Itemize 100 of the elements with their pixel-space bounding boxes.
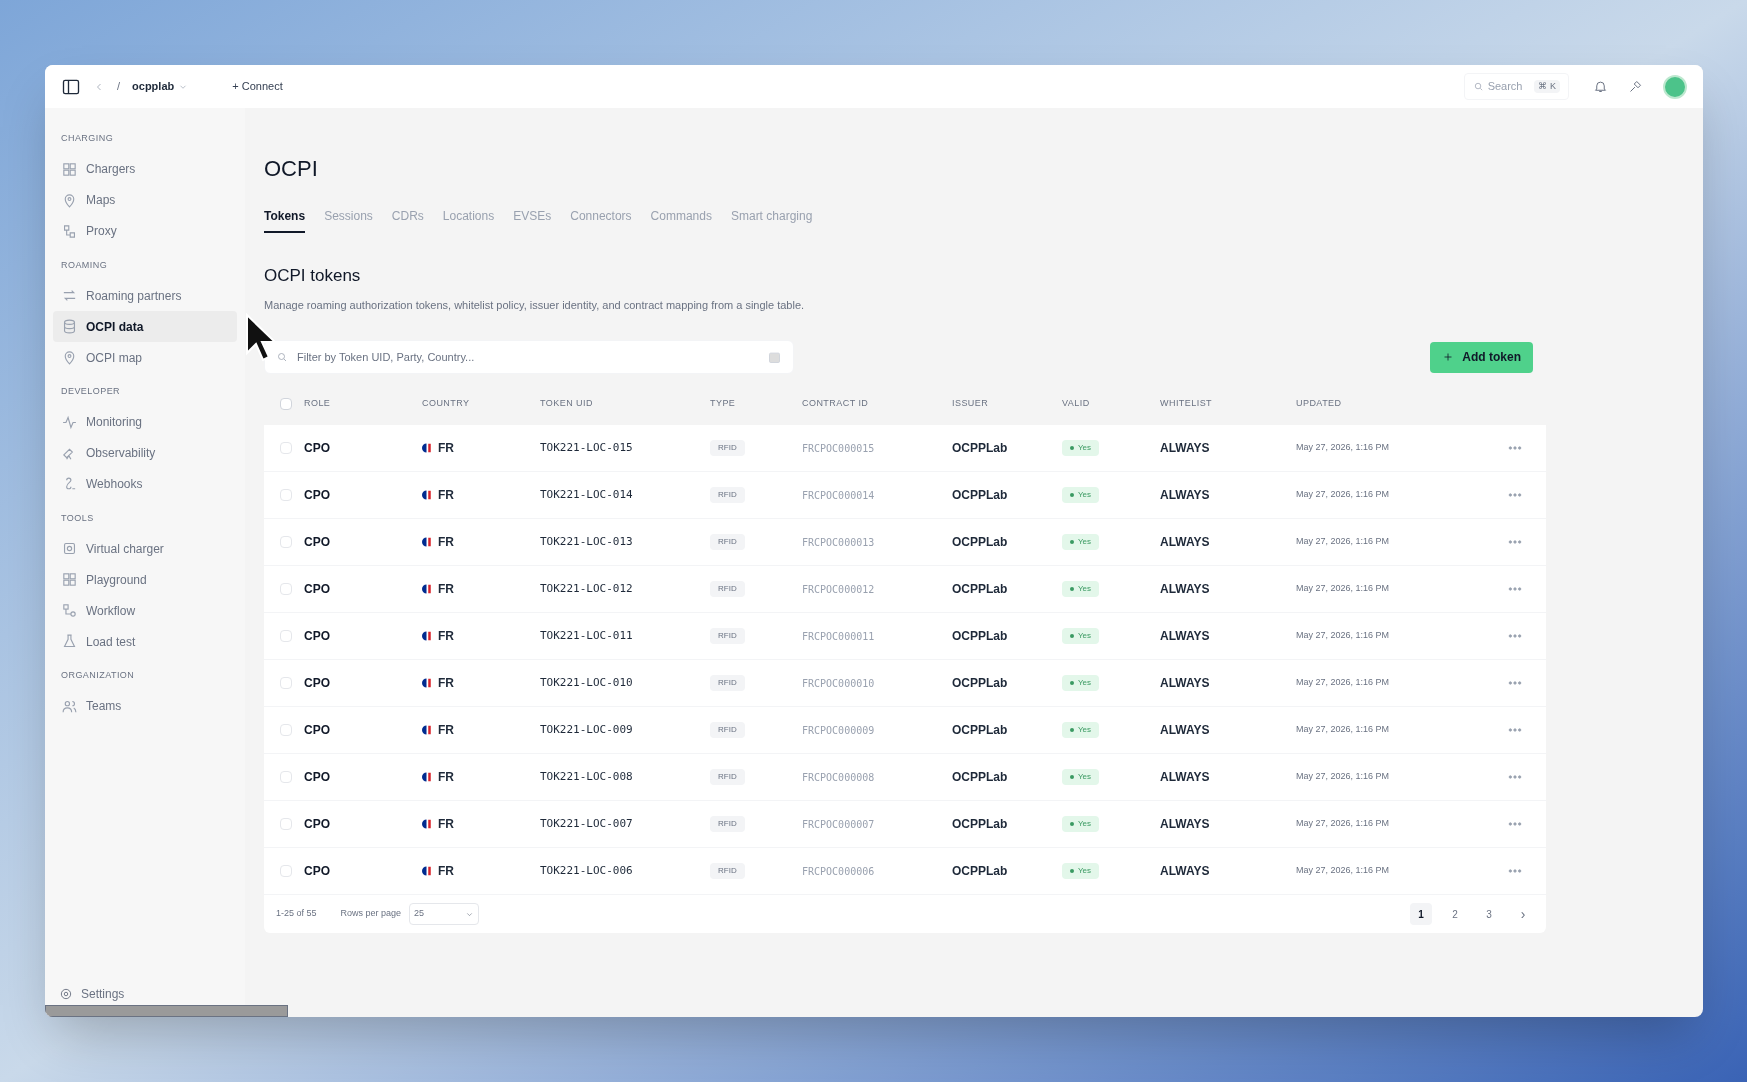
rows-per-page-select[interactable]: 25 <box>409 903 480 925</box>
table-cell-text: CPO <box>304 581 331 598</box>
table-cell-text: May 27, 2026, 1:16 PM <box>1296 676 1391 690</box>
next-page-button[interactable]: › <box>1512 903 1534 925</box>
sidebar-item[interactable]: Playground <box>53 564 237 595</box>
sidebar-item-label[interactable]: Settings <box>81 985 125 1003</box>
tab[interactable]: Smart charging <box>730 207 813 233</box>
page-button[interactable]: 1 <box>1410 903 1432 925</box>
tool-icon <box>1628 79 1643 94</box>
checkbox[interactable] <box>280 771 292 783</box>
more-icon[interactable] <box>1508 868 1522 874</box>
table-cell-text: May 27, 2026, 1:16 PM <box>1296 817 1391 831</box>
sidebar-item[interactable]: Virtual charger <box>53 533 237 564</box>
workspace-switcher[interactable]: ocpplab <box>132 78 189 95</box>
checkbox[interactable] <box>280 583 292 595</box>
table-cell-text: TOK221-LOC-011 <box>540 627 634 644</box>
flag-icon <box>422 489 434 501</box>
flag-icon <box>422 677 434 689</box>
page-button[interactable]: 2 <box>1444 903 1466 925</box>
more-icon[interactable] <box>1508 680 1522 686</box>
table-cell-text: FRCPOC000011 <box>802 629 876 644</box>
type-badge: RFID <box>710 581 745 597</box>
avatar[interactable] <box>1663 74 1687 99</box>
table-cell-text: CPO <box>304 534 331 551</box>
column-header: WHITELIST <box>1160 397 1214 411</box>
table-cell-text: FRCPOC000013 <box>802 535 876 550</box>
table-cell-text: CPO <box>304 675 331 692</box>
sidebar-item[interactable]: Maps <box>53 184 237 216</box>
connect-button[interactable]: + Connect <box>224 74 291 99</box>
valid-badge: Yes <box>1062 816 1100 832</box>
flag-icon <box>422 724 434 736</box>
table-cell-text: ALWAYS <box>1160 581 1211 598</box>
sidebar-item[interactable]: Load test <box>53 626 237 657</box>
proxy-icon <box>61 222 78 240</box>
checkbox[interactable] <box>280 818 292 830</box>
more-icon[interactable] <box>1508 633 1522 639</box>
more-icon[interactable] <box>1508 492 1522 498</box>
sidebar-item[interactable]: Webhooks <box>53 468 237 500</box>
more-icon[interactable] <box>1508 727 1522 733</box>
table-cell-text: ALWAYS <box>1160 675 1211 692</box>
type-badge: RFID <box>710 816 745 832</box>
plus-icon <box>1442 351 1455 363</box>
valid-badge: Yes <box>1062 628 1100 644</box>
checkbox[interactable] <box>280 865 292 877</box>
type-badge: RFID <box>710 487 745 503</box>
checkbox[interactable] <box>280 398 292 410</box>
page-title: OCPI <box>264 155 319 183</box>
table-cell-text: TOK221-LOC-013 <box>540 533 634 550</box>
sidebar-item[interactable]: OCPI map <box>53 342 237 373</box>
table-cell-text: FR <box>438 440 454 457</box>
checkbox[interactable] <box>280 489 292 501</box>
tab[interactable]: Sessions <box>324 207 373 233</box>
sidebar-item[interactable]: Workflow <box>53 595 237 626</box>
table-cell-text: TOK221-LOC-010 <box>540 674 634 691</box>
tab[interactable]: Connectors <box>570 207 632 233</box>
tab[interactable]: CDRs <box>391 207 424 233</box>
flag-icon <box>422 442 434 454</box>
valid-badge: Yes <box>1062 440 1100 456</box>
table-cell-text: TOK221-LOC-015 <box>540 439 634 456</box>
sidebar-item[interactable]: Proxy <box>53 215 237 247</box>
more-icon[interactable] <box>1508 586 1522 592</box>
search-field[interactable]: Filter by Token UID, Party, Country... <box>264 340 794 374</box>
flag-icon <box>422 771 434 783</box>
checkbox[interactable] <box>280 724 292 736</box>
sidebar-item[interactable]: Observability <box>53 437 237 469</box>
flag-icon <box>422 536 434 548</box>
sidebar-item[interactable]: Teams <box>53 690 237 722</box>
sidebar-item[interactable]: Roaming partners <box>53 280 237 311</box>
tab[interactable]: Tokens <box>264 207 306 233</box>
checkbox[interactable] <box>280 536 292 548</box>
add-token-button[interactable]: Add token <box>1430 341 1533 373</box>
tab[interactable]: Commands <box>650 207 712 233</box>
type-badge: RFID <box>710 863 745 879</box>
checkbox[interactable] <box>280 630 292 642</box>
checkbox[interactable] <box>280 442 292 454</box>
table-cell-text: May 27, 2026, 1:16 PM <box>1296 582 1391 596</box>
table-cell-text: OCPPLab <box>952 722 1009 739</box>
more-icon[interactable] <box>1508 539 1522 545</box>
tab[interactable]: Locations <box>442 207 495 233</box>
table-cell-text: CPO <box>304 440 331 457</box>
checkbox[interactable] <box>280 677 292 689</box>
table-cell-text: OCPPLab <box>952 816 1009 833</box>
table-cell-text: May 27, 2026, 1:16 PM <box>1296 535 1391 549</box>
sidebar-item[interactable]: Chargers <box>53 153 237 185</box>
table-cell-text: OCPPLab <box>952 534 1009 551</box>
search-button[interactable]: Search ⌘ K <box>1463 73 1569 100</box>
table-cell-text: OCPPLab <box>952 581 1009 598</box>
table-cell-text: FR <box>438 769 454 786</box>
table-cell-text: FR <box>438 487 454 504</box>
sidebar-item[interactable]: Monitoring <box>53 406 237 438</box>
more-icon[interactable] <box>1508 774 1522 780</box>
table-cell-text: FRCPOC000015 <box>802 441 876 456</box>
section-heading: CHARGING <box>61 132 115 145</box>
page-button[interactable]: 3 <box>1478 903 1500 925</box>
table-cell-text: ALWAYS <box>1160 863 1211 880</box>
type-badge: RFID <box>710 769 745 785</box>
type-badge: RFID <box>710 440 745 456</box>
sidebar-item[interactable]: OCPI data <box>53 311 237 342</box>
more-icon[interactable] <box>1508 445 1522 451</box>
more-icon[interactable] <box>1508 821 1522 827</box>
